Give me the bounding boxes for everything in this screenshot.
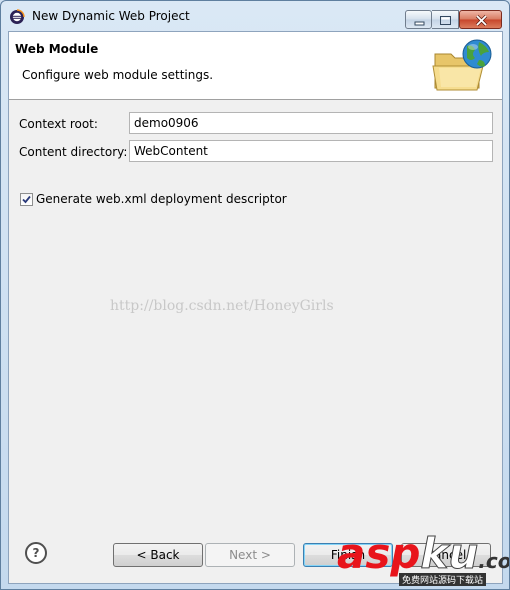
logo-asp: asp (337, 529, 421, 578)
page-description: Configure web module settings. (22, 68, 214, 82)
content-directory-input[interactable] (129, 140, 493, 162)
maximize-button[interactable] (432, 10, 459, 29)
dialog-client-area: Web Module Configure web module settings… (8, 31, 503, 584)
generate-web-xml-label[interactable]: Generate web.xml deployment descriptor (36, 192, 287, 206)
site-logo-overlay: aspku.com 免费网站源码下载站 (337, 529, 509, 589)
help-icon: ? (32, 546, 40, 560)
content-directory-label: Content directory: (19, 145, 128, 159)
close-button[interactable] (459, 10, 502, 29)
eclipse-icon (10, 9, 25, 24)
dialog-window: New Dynamic Web Project Web Module Confi… (0, 0, 510, 590)
logo-ku: ku (420, 529, 479, 578)
generate-web-xml-checkbox[interactable] (20, 193, 33, 206)
watermark-url: http://blog.csdn.net/HoneyGirls (110, 298, 334, 314)
minimize-icon (414, 21, 425, 26)
wizard-header: Web Module Configure web module settings… (9, 32, 502, 100)
back-button[interactable]: < Back (113, 543, 203, 567)
help-button[interactable]: ? (25, 542, 47, 564)
next-button[interactable]: Next > (205, 543, 295, 567)
close-icon (475, 14, 488, 27)
minimize-button[interactable] (405, 10, 432, 29)
page-title: Web Module (15, 42, 99, 56)
window-title: New Dynamic Web Project (32, 9, 190, 23)
context-root-input[interactable] (129, 112, 493, 134)
maximize-icon (440, 16, 451, 25)
web-folder-globe-icon (432, 39, 492, 91)
logo-com: .com (478, 549, 509, 573)
logo-subtitle: 免费网站源码下载站 (399, 573, 487, 586)
checkmark-icon (22, 195, 31, 204)
title-bar[interactable]: New Dynamic Web Project (1, 1, 509, 31)
context-root-label: Context root: (19, 117, 98, 131)
